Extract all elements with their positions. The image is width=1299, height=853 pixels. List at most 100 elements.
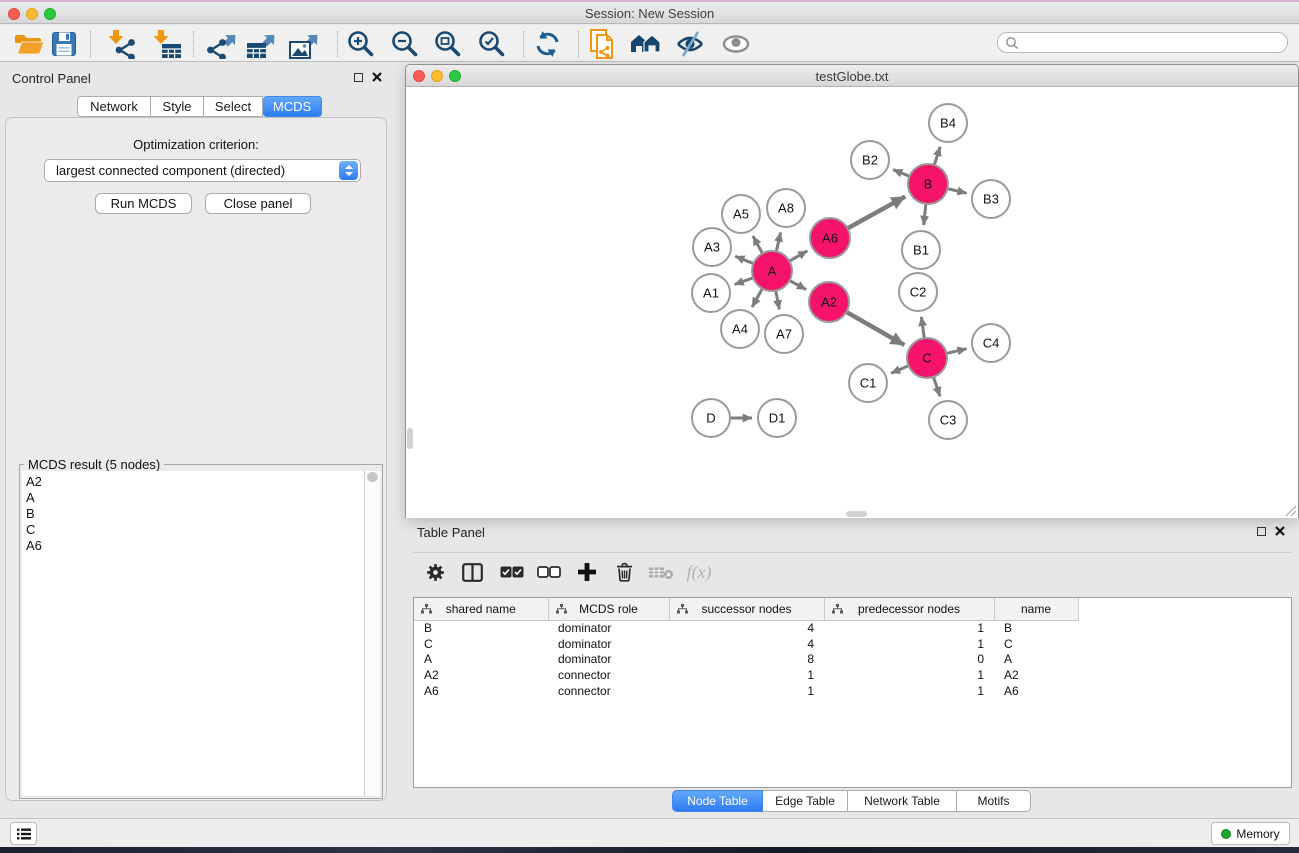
home-button[interactable] <box>629 28 665 60</box>
tab-edge-table[interactable]: Edge Table <box>763 790 848 812</box>
network-window-titlebar[interactable]: testGlobe.txt <box>406 65 1298 87</box>
table-cell[interactable]: A6 <box>994 683 1078 699</box>
tab-mcds[interactable]: MCDS <box>263 96 322 117</box>
table-cell[interactable]: C <box>414 636 548 652</box>
edge-A2-C[interactable] <box>846 312 904 345</box>
table-cell[interactable]: A2 <box>414 667 548 683</box>
edge-A-A1[interactable] <box>735 278 754 285</box>
table-panel-close-icon[interactable] <box>1275 526 1285 536</box>
tab-node-table[interactable]: Node Table <box>672 790 763 812</box>
table-cell[interactable]: 1 <box>824 667 994 683</box>
column-header[interactable]: shared name <box>414 598 548 620</box>
show-details-button[interactable] <box>718 28 754 60</box>
node-table[interactable]: shared nameMCDS rolesuccessor nodesprede… <box>413 597 1292 788</box>
table-cell[interactable]: dominator <box>548 620 669 636</box>
table-row[interactable]: A6connector11A6 <box>414 683 1078 699</box>
table-cell[interactable]: 0 <box>824 651 994 667</box>
table-row[interactable]: Cdominator41C <box>414 636 1078 652</box>
zoom-out-button[interactable] <box>387 28 423 60</box>
memory-button[interactable]: Memory <box>1211 822 1290 845</box>
network-canvas[interactable]: B4B2BB3A5A8A6B1A3AA1C2A2A4A7C4CC1C3DD1 <box>406 87 1298 518</box>
delete-column-button[interactable] <box>609 558 639 586</box>
edge-A6-B[interactable] <box>848 197 906 229</box>
table-cell[interactable]: 4 <box>669 636 824 652</box>
open-session-button[interactable] <box>11 28 47 60</box>
delete-table-button[interactable] <box>646 558 676 586</box>
edge-B-B3[interactable] <box>947 189 966 194</box>
hide-details-button[interactable] <box>672 28 708 60</box>
table-cell[interactable]: C <box>994 636 1078 652</box>
table-cell[interactable]: 4 <box>669 620 824 636</box>
import-network-button[interactable] <box>103 28 139 60</box>
mcds-result-item[interactable]: A2 <box>26 474 364 490</box>
edge-A-A8[interactable] <box>776 232 780 251</box>
tab-select[interactable]: Select <box>204 96 263 117</box>
save-session-button[interactable] <box>46 28 82 60</box>
edge-C-C2[interactable] <box>921 317 924 338</box>
table-cell[interactable]: 1 <box>824 620 994 636</box>
zoom-in-button[interactable] <box>343 28 379 60</box>
table-deselect-all-button[interactable] <box>534 558 564 586</box>
table-cell[interactable]: dominator <box>548 636 669 652</box>
edge-C-C3[interactable] <box>933 377 940 396</box>
table-row[interactable]: Adominator80A <box>414 651 1078 667</box>
table-select-all-button[interactable] <box>497 558 527 586</box>
edge-B-B2[interactable] <box>893 170 909 177</box>
search-box[interactable] <box>997 32 1288 53</box>
control-panel-float-icon[interactable] <box>354 73 363 82</box>
table-cell[interactable]: A2 <box>994 667 1078 683</box>
edge-A-A6[interactable] <box>789 251 807 261</box>
edge-A-A7[interactable] <box>776 291 780 310</box>
table-settings-button[interactable] <box>420 558 450 586</box>
table-cell[interactable]: A <box>994 651 1078 667</box>
tab-motifs[interactable]: Motifs <box>957 790 1031 812</box>
network-vscroll-stub[interactable] <box>407 428 413 449</box>
status-menu-button[interactable] <box>10 822 37 845</box>
mcds-result-list[interactable]: A2ABCA6 <box>22 471 364 796</box>
table-cell[interactable]: connector <box>548 683 669 699</box>
edge-C-C4[interactable] <box>946 349 966 354</box>
table-cell[interactable]: A6 <box>414 683 548 699</box>
table-row[interactable]: A2connector11A2 <box>414 667 1078 683</box>
edge-A-A4[interactable] <box>752 289 762 308</box>
edge-A-A3[interactable] <box>735 256 753 263</box>
column-header[interactable]: MCDS role <box>548 598 669 620</box>
mcds-result-item[interactable]: B <box>26 506 364 522</box>
edge-B-B4[interactable] <box>934 147 940 165</box>
mcds-result-item[interactable]: A6 <box>26 538 364 554</box>
table-row[interactable]: Bdominator41B <box>414 620 1078 636</box>
column-header[interactable]: name <box>994 598 1078 620</box>
add-column-button[interactable] <box>572 558 602 586</box>
table-cell[interactable]: A <box>414 651 548 667</box>
edge-B-B1[interactable] <box>924 204 926 225</box>
close-panel-button[interactable]: Close panel <box>205 193 311 214</box>
tab-network[interactable]: Network <box>77 96 151 117</box>
control-panel-close-icon[interactable] <box>372 72 382 82</box>
column-header[interactable]: predecessor nodes <box>824 598 994 620</box>
mcds-result-item[interactable]: C <box>26 522 364 538</box>
clone-network-button[interactable] <box>586 28 622 60</box>
search-input[interactable] <box>1019 35 1287 51</box>
table-cell[interactable]: dominator <box>548 651 669 667</box>
tab-style[interactable]: Style <box>151 96 204 117</box>
column-header[interactable]: successor nodes <box>669 598 824 620</box>
mcds-result-item[interactable]: A <box>26 490 364 506</box>
resize-grip-icon[interactable] <box>1283 503 1297 517</box>
table-cell[interactable]: B <box>414 620 548 636</box>
network-hscroll-stub[interactable] <box>846 511 867 517</box>
run-mcds-button[interactable]: Run MCDS <box>95 193 192 214</box>
export-network-button[interactable] <box>204 28 240 60</box>
export-image-button[interactable] <box>286 28 322 60</box>
edge-C-C1[interactable] <box>891 366 909 373</box>
tab-network-table[interactable]: Network Table <box>848 790 957 812</box>
refresh-layout-button[interactable] <box>530 28 566 60</box>
table-cell[interactable]: 1 <box>824 683 994 699</box>
table-cell[interactable]: 1 <box>669 667 824 683</box>
table-cell[interactable]: 8 <box>669 651 824 667</box>
edge-A-A5[interactable] <box>753 236 763 253</box>
table-columns-button[interactable] <box>457 558 487 586</box>
table-cell[interactable]: B <box>994 620 1078 636</box>
optimization-criterion-dropdown[interactable]: largest connected component (directed) <box>44 159 361 182</box>
mcds-result-scrollbar[interactable] <box>364 471 380 796</box>
table-cell[interactable]: 1 <box>669 683 824 699</box>
